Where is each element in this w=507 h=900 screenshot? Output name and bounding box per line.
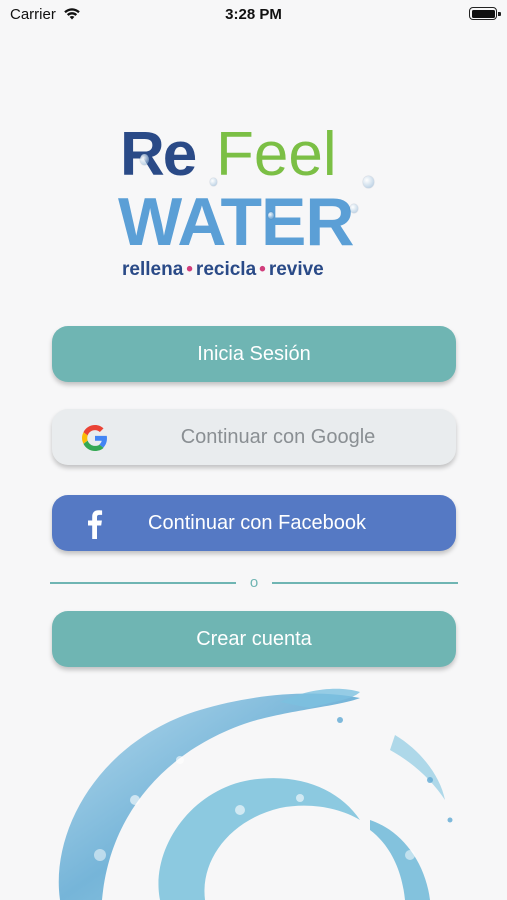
create-account-button[interactable]: Crear cuenta <box>52 611 456 667</box>
droplet-decoration <box>363 176 374 188</box>
battery-icon <box>469 7 501 20</box>
clock: 3:28 PM <box>225 6 282 23</box>
facebook-signin-button[interactable]: Continuar con Facebook <box>52 495 456 551</box>
tagline-revive: revive <box>268 259 324 280</box>
google-signin-button[interactable]: Continuar con Google <box>52 409 456 465</box>
tagline-rellena: rellena <box>122 259 184 280</box>
logo-re: Re <box>120 120 197 189</box>
facebook-button-label: Continuar con Facebook <box>148 511 366 534</box>
facebook-icon <box>88 510 103 539</box>
logo-tagline: rellena • recicla • revive <box>122 259 324 280</box>
tagline-recicla: recicla <box>195 259 257 280</box>
status-bar: Carrier 3:28 PM <box>0 0 507 30</box>
water-splash-image <box>58 688 453 900</box>
logo-water: WATER <box>118 184 354 260</box>
divider-line-right <box>272 582 458 584</box>
logo-feel: Feel <box>216 120 337 189</box>
google-icon <box>82 425 107 451</box>
or-divider: o <box>50 572 458 592</box>
login-button[interactable]: Inicia Sesión <box>52 326 456 382</box>
droplet-decoration <box>268 212 274 219</box>
google-button-label: Continuar con Google <box>180 425 376 448</box>
app-logo: Re Feel WATER rellena • recicla • revive <box>118 124 388 288</box>
droplet-decoration <box>140 154 149 165</box>
droplet-decoration <box>210 178 217 186</box>
droplet-decoration <box>350 204 358 213</box>
login-button-label: Inicia Sesión <box>197 342 311 365</box>
create-account-button-label: Crear cuenta <box>196 627 312 650</box>
